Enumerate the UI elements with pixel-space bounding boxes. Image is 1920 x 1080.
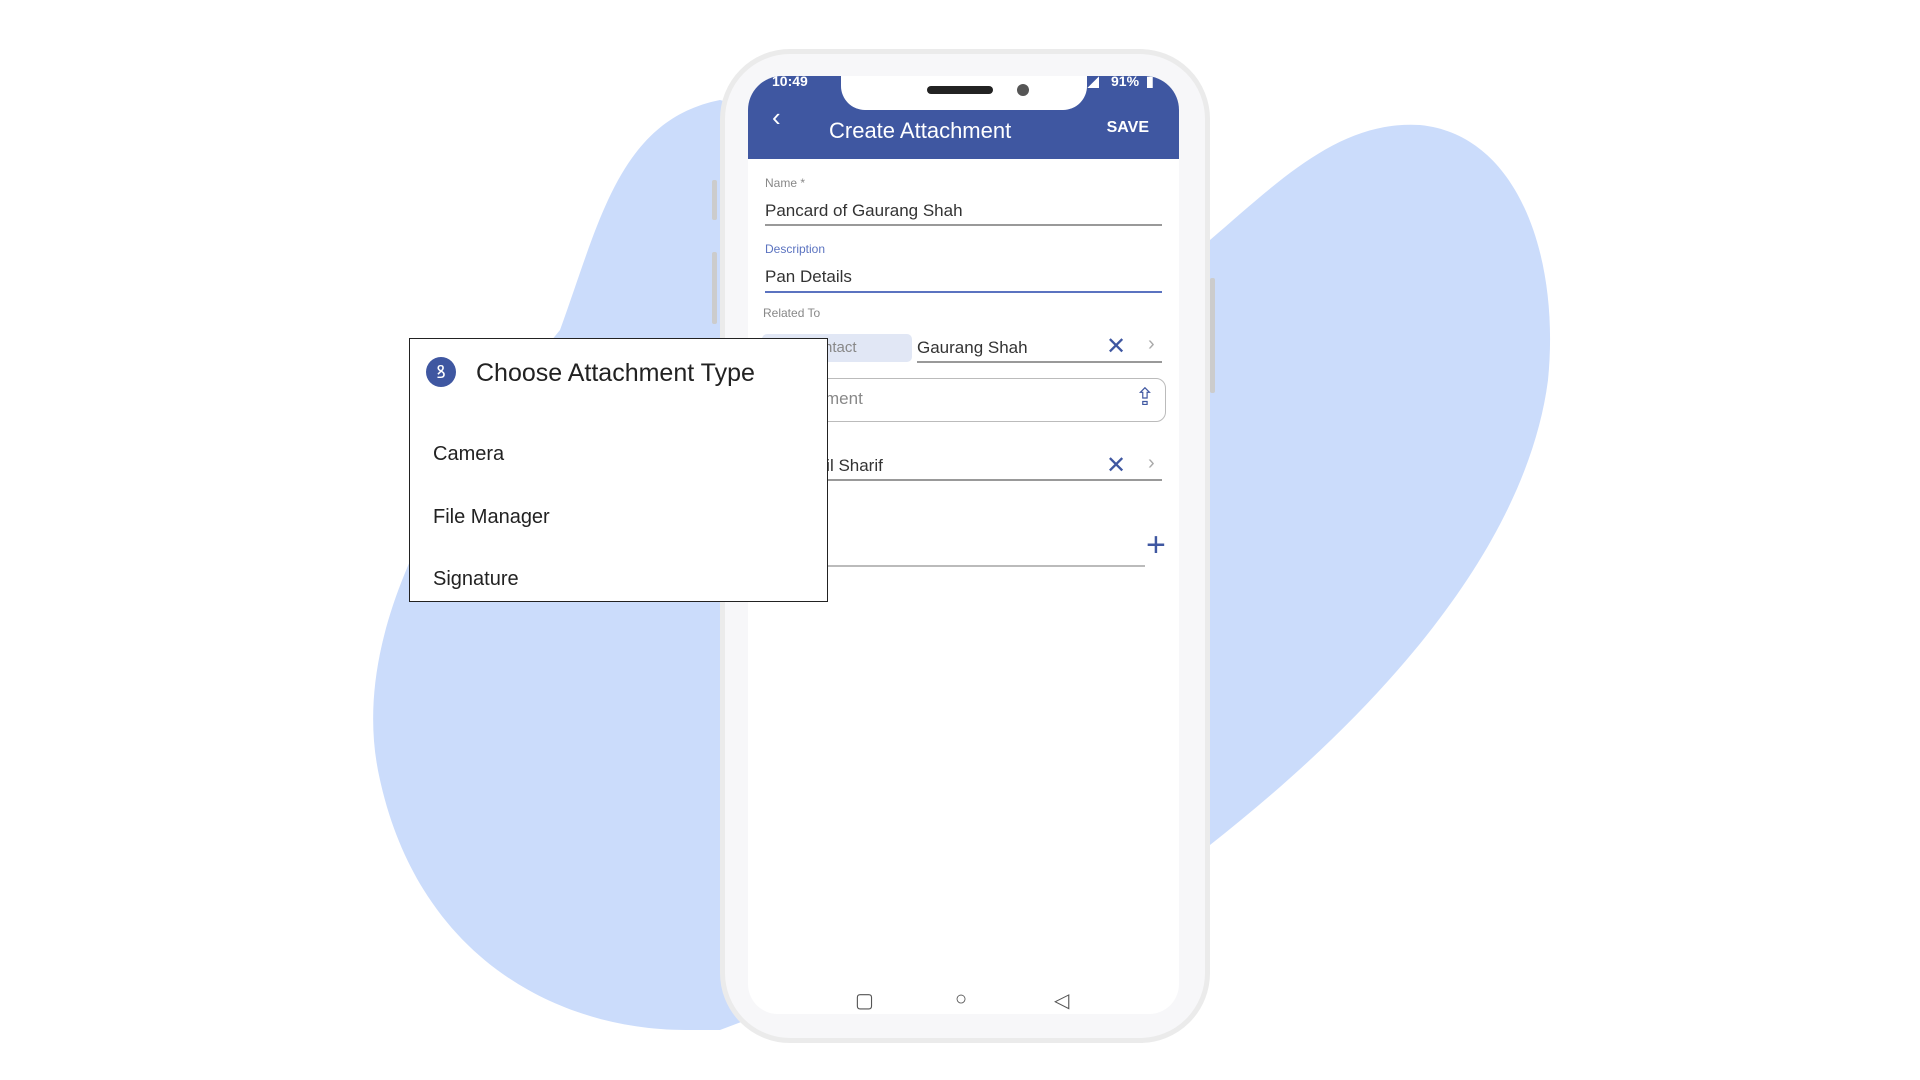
chevron-right-icon[interactable]: ›: [1148, 452, 1155, 475]
save-button[interactable]: SAVE: [1107, 119, 1149, 137]
divider: [765, 224, 1162, 226]
battery-icon: ▮: [1146, 76, 1154, 89]
back-nav-icon[interactable]: ◁: [1054, 988, 1069, 1013]
description-field[interactable]: Pan Details: [765, 267, 852, 287]
clear-icon[interactable]: ✕: [1106, 332, 1126, 361]
speaker: [927, 86, 993, 94]
notch: [841, 76, 1087, 110]
phone-button: [712, 180, 717, 220]
description-label: Description: [765, 242, 826, 256]
clear-icon[interactable]: ✕: [1106, 451, 1126, 480]
status-battery: 91%: [1111, 76, 1140, 89]
home-icon[interactable]: ○: [955, 988, 967, 1011]
page-title: Create Attachment: [829, 118, 1012, 143]
attachment-type-dialog: ꝸ Choose Attachment Type Camera File Man…: [409, 338, 828, 602]
related-to-field[interactable]: Gaurang Shah: [917, 338, 1028, 358]
recent-apps-icon[interactable]: ▢: [855, 988, 874, 1013]
option-file-manager[interactable]: File Manager: [433, 506, 550, 529]
option-signature[interactable]: Signature: [433, 568, 519, 591]
signal-icon: ◢: [1088, 76, 1099, 89]
status-time: 10:49: [772, 76, 808, 89]
related-to-label: Related To: [763, 306, 821, 320]
add-icon[interactable]: +: [1146, 526, 1166, 565]
upload-icon[interactable]: ⇪: [1135, 383, 1155, 412]
name-label: Name *: [765, 176, 806, 190]
attachment-placeholder: ment: [825, 389, 863, 408]
dialog-title: Choose Attachment Type: [476, 359, 755, 387]
option-camera[interactable]: Camera: [433, 443, 504, 466]
back-arrow-icon[interactable]: ‹: [772, 102, 781, 133]
name-field[interactable]: Pancard of Gaurang Shah: [765, 201, 963, 221]
app-logo-icon: ꝸ: [426, 357, 456, 387]
divider: [917, 361, 1162, 363]
app-header: 10:49 ◢ 91% ▮ ‹ Create Attachment SAVE: [748, 76, 1179, 159]
phone-button: [1210, 278, 1215, 393]
chevron-right-icon[interactable]: ›: [1148, 333, 1155, 356]
phone-button: [712, 252, 717, 324]
camera-dot: [1017, 84, 1029, 96]
divider: [765, 291, 1162, 293]
